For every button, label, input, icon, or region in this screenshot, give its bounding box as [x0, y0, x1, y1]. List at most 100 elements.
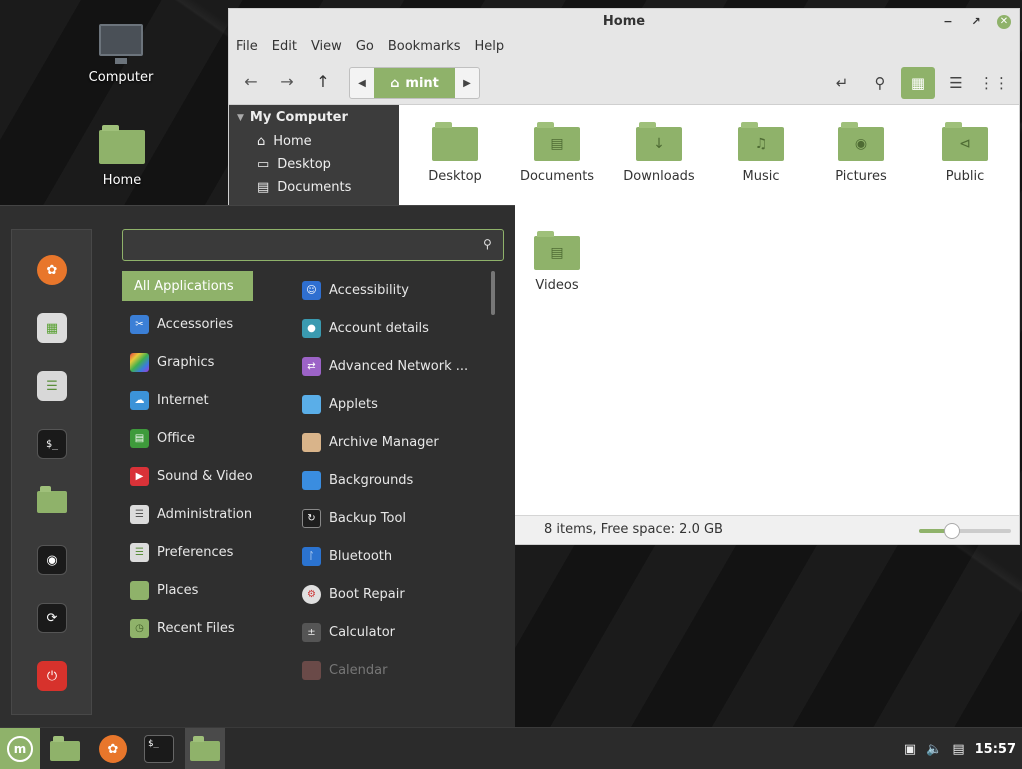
- icon-view-button[interactable]: ▦: [901, 67, 935, 99]
- path-right-button[interactable]: ▶: [455, 68, 479, 98]
- sidebar-section[interactable]: ▼ My Computer: [229, 105, 399, 130]
- category-sound-video[interactable]: ▶ Sound & Video: [122, 457, 292, 495]
- firefox-icon[interactable]: ✿: [37, 255, 67, 285]
- file-item-label: Music: [742, 169, 780, 184]
- path-crumb-home[interactable]: ⌂ mint: [374, 68, 455, 98]
- app-applets[interactable]: Applets: [300, 385, 488, 423]
- desktop-icon-computer[interactable]: Computer: [76, 24, 166, 85]
- app-backgrounds[interactable]: Backgrounds: [300, 461, 488, 499]
- firefox-icon: ✿: [99, 735, 127, 763]
- maximize-button[interactable]: ↗: [969, 15, 983, 29]
- app-account-details[interactable]: ● Account details: [300, 309, 488, 347]
- compact-view-button[interactable]: ⋮⋮: [977, 67, 1011, 99]
- close-button[interactable]: ✕: [997, 15, 1011, 29]
- logout-icon[interactable]: ⟳: [37, 603, 67, 633]
- menu-bookmarks[interactable]: Bookmarks: [381, 35, 468, 59]
- accessories-icon: ✂: [130, 314, 149, 334]
- file-item-music[interactable]: ♫ Music: [711, 122, 811, 184]
- panel-launcher-files[interactable]: [48, 728, 82, 769]
- search-button[interactable]: ⚲: [863, 67, 897, 99]
- terminal-icon: $_: [144, 735, 174, 763]
- desktop-icon-home[interactable]: Home: [77, 125, 167, 188]
- arrow-left-icon: ←: [244, 72, 258, 91]
- menu-help[interactable]: Help: [467, 35, 511, 59]
- file-item-label: Downloads: [623, 169, 695, 184]
- app-label: Advanced Network ...: [329, 358, 469, 374]
- bluetooth-icon: ᛚ: [302, 546, 321, 566]
- category-places[interactable]: Places: [122, 571, 292, 609]
- app-bluetooth[interactable]: ᛚ Bluetooth: [300, 537, 488, 575]
- category-label: Internet: [157, 392, 209, 408]
- terminal-icon[interactable]: $_: [37, 429, 67, 459]
- category-internet[interactable]: ☁ Internet: [122, 381, 292, 419]
- settings-icon[interactable]: ☰: [37, 371, 67, 401]
- file-item-public[interactable]: ⊲ Public: [915, 122, 1015, 184]
- file-item-downloads[interactable]: ↓ Downloads: [609, 122, 709, 184]
- app-accessibility[interactable]: ☺ Accessibility: [300, 271, 488, 309]
- app-boot-repair[interactable]: ⚙ Boot Repair: [300, 575, 488, 613]
- app-label: Calendar: [329, 662, 388, 678]
- calculator-icon: ±: [302, 622, 321, 642]
- network-icon[interactable]: ▣: [904, 742, 916, 757]
- videos-folder-icon: ▤: [534, 231, 580, 270]
- panel-launcher-firefox[interactable]: ✿: [96, 728, 130, 769]
- menu-button[interactable]: m: [0, 728, 40, 769]
- app-calendar[interactable]: Calendar: [300, 651, 488, 689]
- search-icon: ⚲: [874, 74, 886, 92]
- file-item-videos[interactable]: ▤ Videos: [507, 231, 607, 293]
- sidebar-item-home[interactable]: ⌂ Home: [229, 130, 399, 153]
- battery-icon[interactable]: ▤: [952, 742, 964, 757]
- file-item-documents[interactable]: ▤ Documents: [507, 122, 607, 184]
- app-archive-manager[interactable]: Archive Manager: [300, 423, 488, 461]
- search-input[interactable]: [131, 236, 471, 256]
- panel-launcher-terminal[interactable]: $_: [142, 728, 176, 769]
- sound-video-icon: ▶: [130, 466, 149, 486]
- menu-edit[interactable]: Edit: [265, 35, 304, 59]
- category-accessories[interactable]: ✂ Accessories: [122, 305, 292, 343]
- category-administration[interactable]: ☰ Administration: [122, 495, 292, 533]
- menu-go[interactable]: Go: [349, 35, 381, 59]
- panel-window-home[interactable]: [185, 728, 225, 769]
- account-icon: ●: [302, 318, 321, 338]
- path-left-button[interactable]: ◀: [350, 68, 374, 98]
- window-titlebar[interactable]: Home − ↗ ✕: [229, 9, 1019, 35]
- category-recent-files[interactable]: ◷ Recent Files: [122, 609, 292, 647]
- sidebar-heading: My Computer: [249, 110, 348, 125]
- zoom-slider-handle[interactable]: [944, 523, 961, 539]
- volume-icon[interactable]: 🔈: [926, 742, 942, 757]
- category-all-applications[interactable]: All Applications: [122, 271, 253, 301]
- back-button[interactable]: ←: [236, 67, 266, 97]
- home-icon: ⌂: [390, 75, 400, 91]
- menu-file[interactable]: File: [229, 35, 265, 59]
- category-graphics[interactable]: Graphics: [122, 343, 292, 381]
- software-manager-icon[interactable]: ▦: [37, 313, 67, 343]
- category-list: All Applications ✂ Accessories Graphics …: [122, 271, 292, 647]
- app-backup-tool[interactable]: ↻ Backup Tool: [300, 499, 488, 537]
- minimize-button[interactable]: −: [941, 15, 955, 29]
- folder-icon[interactable]: [37, 486, 67, 517]
- category-office[interactable]: ▤ Office: [122, 419, 292, 457]
- sidebar-item-label: Home: [273, 134, 312, 149]
- sidebar-item-documents[interactable]: ▤ Documents: [229, 176, 399, 199]
- clock[interactable]: 15:57: [975, 742, 1016, 757]
- forward-button[interactable]: →: [272, 67, 302, 97]
- up-button[interactable]: ↑: [308, 67, 338, 97]
- location-toggle-button[interactable]: ↵: [825, 67, 859, 99]
- power-icon[interactable]: ⏻: [37, 661, 67, 691]
- file-item-pictures[interactable]: ◉ Pictures: [811, 122, 911, 184]
- desktop-icon: ▭: [257, 157, 270, 172]
- app-advanced-network[interactable]: ⇄ Advanced Network ...: [300, 347, 488, 385]
- list-view-button[interactable]: ☰: [939, 67, 973, 99]
- category-preferences[interactable]: ☰ Preferences: [122, 533, 292, 571]
- app-calculator[interactable]: ± Calculator: [300, 613, 488, 651]
- boot-repair-icon: ⚙: [302, 584, 321, 604]
- scrollbar[interactable]: [491, 271, 495, 315]
- sidebar-item-desktop[interactable]: ▭ Desktop: [229, 153, 399, 176]
- lock-icon[interactable]: ◉: [37, 545, 67, 575]
- zoom-slider[interactable]: [919, 523, 1011, 539]
- file-item-desktop[interactable]: Desktop: [405, 122, 505, 184]
- desktop-icon-label: Computer: [88, 70, 154, 85]
- search-box: ⚲: [122, 229, 504, 261]
- home-icon: ⌂: [257, 134, 266, 149]
- menu-view[interactable]: View: [304, 35, 349, 59]
